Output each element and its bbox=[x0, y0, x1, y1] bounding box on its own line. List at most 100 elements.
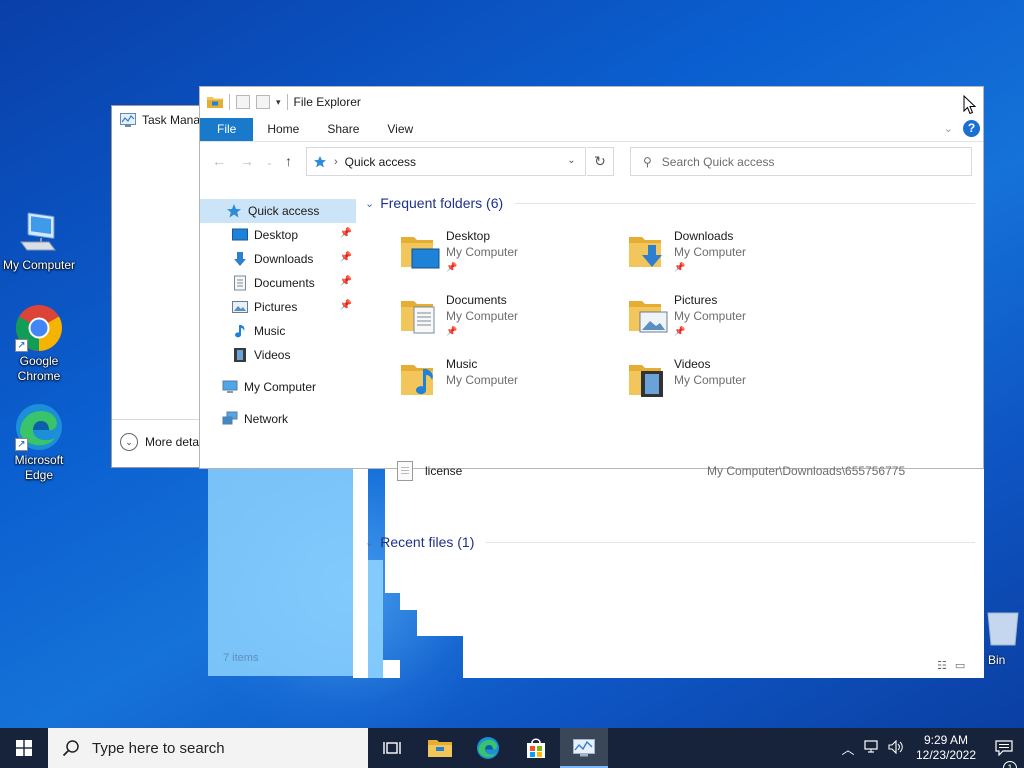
new-folder-icon[interactable] bbox=[256, 95, 270, 109]
recycle-bin-label: Bin bbox=[988, 653, 1006, 667]
recycle-bin-icon bbox=[987, 612, 1019, 646]
render-artifact bbox=[383, 660, 400, 678]
ribbon-tabs: File Home Share View bbox=[200, 118, 983, 141]
taskbar-task-manager[interactable] bbox=[560, 728, 608, 768]
chrome-icon: ↗ bbox=[15, 304, 63, 352]
desktop-icon-microsoft-edge[interactable]: ↗ Microsoft Edge bbox=[1, 403, 77, 483]
desktop-icon-google-chrome[interactable]: ↗ Google Chrome bbox=[1, 304, 77, 384]
customize-quick-access-icon[interactable]: ▾ bbox=[276, 97, 281, 108]
task-view-icon bbox=[383, 742, 401, 754]
ribbon-controls: ⌄ ? bbox=[944, 120, 980, 137]
address-text: Quick access bbox=[344, 154, 417, 169]
nav-item-videos[interactable]: Videos bbox=[200, 343, 356, 367]
edge-icon bbox=[477, 737, 499, 759]
downloads-folder-icon bbox=[629, 237, 662, 267]
folder-location: My Computer bbox=[674, 309, 747, 323]
clock[interactable]: 9:29 AM 12/23/2022 bbox=[908, 733, 984, 763]
nav-label: Network bbox=[244, 412, 289, 426]
start-button[interactable] bbox=[0, 728, 48, 768]
up-arrow-icon[interactable]: ↑ bbox=[285, 153, 292, 169]
folder-name: Videos bbox=[674, 357, 711, 371]
render-artifact bbox=[368, 560, 383, 678]
windows-logo-icon bbox=[16, 740, 32, 756]
documents-folder-icon bbox=[401, 301, 435, 334]
large-icons-view-icon[interactable]: ▭ bbox=[955, 659, 965, 672]
nav-item-pictures[interactable]: Pictures 📌 bbox=[200, 295, 356, 319]
tab-home[interactable]: Home bbox=[253, 118, 313, 141]
nav-item-quick-access[interactable]: Quick access bbox=[200, 199, 356, 223]
details-view-icon[interactable]: ☷ bbox=[937, 659, 947, 672]
frequent-folders-header[interactable]: ⌄ Frequent folders (6) bbox=[365, 191, 975, 215]
folder-tile-desktop[interactable]: Desktop My Computer 📌 bbox=[400, 227, 620, 283]
breadcrumb-chevron-icon: › bbox=[334, 155, 338, 168]
nav-item-desktop[interactable]: Desktop 📌 bbox=[200, 223, 356, 247]
explorer-titlebar[interactable]: ▾ File Explorer bbox=[200, 87, 983, 117]
properties-icon[interactable] bbox=[236, 95, 250, 109]
nav-label: Videos bbox=[254, 348, 291, 362]
network-icon bbox=[222, 411, 238, 425]
system-tray: ︿ 9:29 AM 12/23/2022 1 bbox=[836, 728, 1024, 768]
tab-share[interactable]: Share bbox=[313, 118, 373, 141]
recent-locations-icon[interactable]: ⌄ bbox=[266, 158, 273, 167]
refresh-icon[interactable]: ↻ bbox=[587, 147, 614, 176]
back-arrow-icon[interactable]: ← bbox=[212, 153, 226, 169]
tab-view[interactable]: View bbox=[373, 118, 427, 141]
folder-tile-pictures[interactable]: Pictures My Computer 📌 bbox=[628, 291, 848, 347]
taskbar-search-box[interactable]: Type here to search bbox=[48, 728, 368, 768]
folder-tile-music[interactable]: Music My Computer bbox=[400, 355, 620, 411]
tab-file[interactable]: File bbox=[200, 118, 254, 141]
render-artifact bbox=[417, 608, 463, 636]
folder-name: Downloads bbox=[674, 229, 734, 243]
desktop-icon-my-computer[interactable]: My Computer bbox=[1, 208, 77, 273]
group-title: Frequent folders (6) bbox=[380, 195, 504, 211]
taskbar-microsoft-store[interactable] bbox=[512, 728, 560, 768]
divider bbox=[486, 541, 975, 543]
more-details-button[interactable]: ⌄ More deta bbox=[120, 433, 199, 451]
pin-icon: 📌 bbox=[674, 262, 686, 272]
taskbar-file-explorer[interactable] bbox=[416, 728, 464, 768]
folder-icon bbox=[428, 740, 452, 757]
task-view-button[interactable] bbox=[368, 728, 416, 768]
notification-icon bbox=[995, 740, 1013, 756]
recent-files-header[interactable]: ⌄ Recent files (1) bbox=[365, 530, 975, 554]
help-icon[interactable]: ? bbox=[963, 120, 980, 137]
nav-item-documents[interactable]: Documents 📌 bbox=[200, 271, 356, 295]
folder-tile-documents[interactable]: Documents My Computer 📌 bbox=[400, 291, 620, 347]
action-center-button[interactable]: 1 bbox=[984, 740, 1024, 768]
search-input[interactable]: ⚲ Search Quick access bbox=[630, 147, 972, 176]
address-bar[interactable]: › Quick access bbox=[306, 147, 586, 176]
recycle-bin[interactable]: Bin bbox=[984, 605, 1024, 675]
nav-item-my-computer[interactable]: My Computer bbox=[200, 375, 356, 399]
separator bbox=[229, 94, 230, 110]
nav-item-network[interactable]: Network bbox=[200, 407, 356, 431]
nav-label: Pictures bbox=[254, 300, 298, 314]
folder-tile-downloads[interactable]: Downloads My Computer 📌 bbox=[628, 227, 848, 283]
task-manager-title: Task Manag bbox=[142, 113, 207, 127]
address-dropdown-icon[interactable]: ⌄ bbox=[559, 147, 584, 174]
nav-label: Documents bbox=[254, 276, 315, 290]
volume-icon[interactable] bbox=[884, 739, 908, 757]
nav-label: My Computer bbox=[244, 380, 317, 394]
notification-count-badge: 1 bbox=[1003, 761, 1017, 768]
pin-icon: 📌 bbox=[446, 262, 458, 272]
forward-arrow-icon[interactable]: → bbox=[240, 153, 254, 169]
nav-item-downloads[interactable]: Downloads 📌 bbox=[200, 247, 356, 271]
divider bbox=[200, 141, 983, 142]
recent-file-name: license bbox=[425, 464, 463, 478]
nav-item-music[interactable]: Music bbox=[200, 319, 356, 343]
folder-tile-videos[interactable]: Videos My Computer bbox=[628, 355, 848, 411]
network-icon[interactable] bbox=[860, 739, 884, 757]
folder-name: Documents bbox=[446, 293, 507, 307]
music-folder-icon bbox=[401, 365, 433, 395]
navigation-pane: Quick access Desktop 📌 Downloads 📌 Docum… bbox=[200, 199, 356, 431]
desktop-icon-label: My Computer bbox=[2, 258, 76, 272]
clock-date: 12/23/2022 bbox=[915, 748, 977, 762]
taskbar-edge[interactable] bbox=[464, 728, 512, 768]
recent-file-row[interactable]: license My Computer\Downloads\655756775 bbox=[397, 459, 957, 483]
star-icon bbox=[227, 204, 241, 218]
file-explorer-window[interactable]: ▾ File Explorer File Home Share View ⌄ ?… bbox=[199, 86, 984, 550]
expand-ribbon-icon[interactable]: ⌄ bbox=[944, 122, 953, 135]
show-hidden-icons-chevron-icon[interactable]: ︿ bbox=[836, 739, 860, 758]
nav-label: Downloads bbox=[254, 252, 314, 266]
document-icon bbox=[234, 275, 246, 291]
